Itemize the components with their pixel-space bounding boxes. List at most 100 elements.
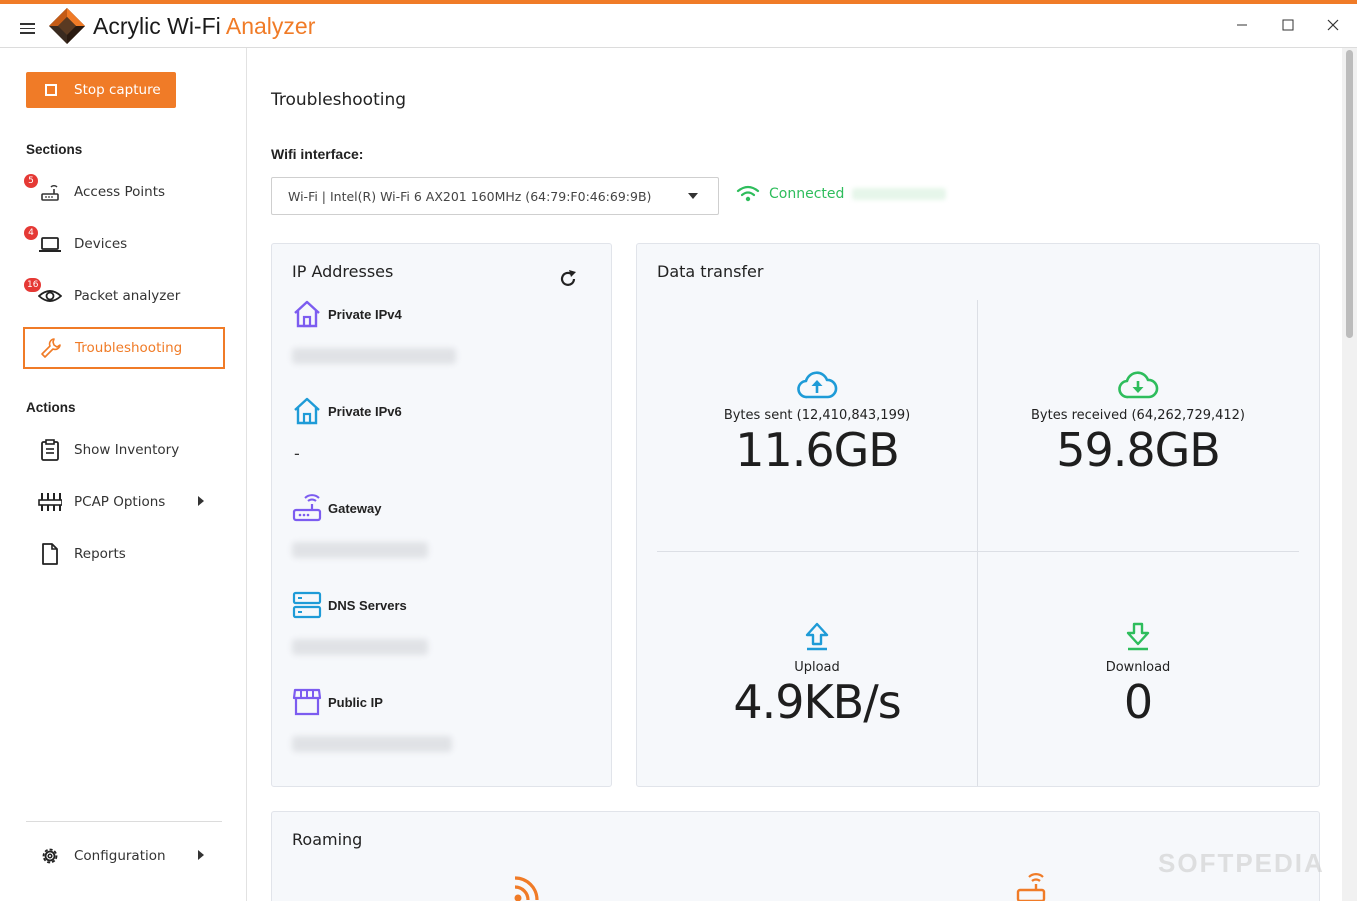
wifi-interface-select[interactable]: Wi-Fi | Intel(R) Wi-Fi 6 AX201 160MHz (6… — [271, 177, 719, 215]
horizontal-divider — [657, 551, 1299, 552]
roaming-title: Roaming — [292, 830, 363, 849]
sliders-icon — [38, 493, 62, 511]
rss-signal-icon — [514, 876, 539, 901]
sidebar-item-label: PCAP Options — [74, 494, 166, 510]
app-logo — [49, 8, 85, 44]
bytes-sent-cell: Bytes sent (12,410,843,199) 11.6GB — [657, 368, 977, 477]
home-icon — [294, 300, 320, 328]
wifi-icon — [736, 185, 760, 202]
access-points-badge: 5 — [24, 174, 38, 188]
refresh-icon[interactable] — [557, 268, 579, 290]
dns-servers-row: DNS Servers — [292, 591, 407, 619]
upload-cell: Upload 4.9KB/s — [657, 620, 977, 729]
close-icon — [1327, 19, 1339, 31]
main-content: Troubleshooting Wifi interface: Wi-Fi | … — [247, 48, 1342, 901]
cloud-download-icon — [1118, 371, 1159, 399]
sections-heading: Sections — [26, 142, 83, 157]
sidebar-item-packet-analyzer[interactable]: 16 Packet analyzer — [24, 276, 224, 316]
download-arrow-icon — [1126, 622, 1150, 651]
bytes-received-cell: Bytes received (64,262,729,412) 59.8GB — [978, 368, 1298, 477]
ip-row-label: Private IPv4 — [328, 306, 402, 322]
app-title-accent: Analyzer — [225, 13, 316, 39]
devices-badge: 4 — [24, 226, 38, 240]
scrollbar-thumb[interactable] — [1346, 50, 1353, 338]
wrench-icon — [41, 338, 61, 358]
chevron-down-icon — [688, 193, 698, 199]
maximize-button[interactable] — [1266, 10, 1310, 40]
app-title-main: Acrylic Wi-Fi — [93, 13, 226, 39]
sidebar-item-pcap-options[interactable]: PCAP Options — [24, 482, 224, 522]
redacted-ipv4-value — [292, 348, 456, 364]
download-cell: Download 0 — [978, 620, 1298, 729]
redacted-ssid — [852, 188, 947, 200]
chevron-right-icon — [198, 850, 204, 860]
maximize-icon — [1282, 19, 1294, 31]
ip-card-title: IP Addresses — [292, 262, 394, 281]
upload-label: Upload — [794, 660, 840, 675]
ip-row-label: DNS Servers — [328, 597, 407, 613]
data-transfer-title: Data transfer — [657, 262, 764, 281]
download-label: Download — [1105, 660, 1171, 675]
laptop-icon — [39, 237, 61, 252]
ipv6-value: - — [294, 444, 300, 463]
public-ip-row: Public IP — [292, 688, 383, 716]
eye-icon — [38, 290, 62, 302]
server-icon — [292, 591, 322, 619]
bytes-received-value: 59.8GB — [1056, 423, 1221, 477]
bytes-sent-value: 11.6GB — [735, 423, 900, 477]
router-icon — [1016, 873, 1046, 901]
upload-arrow-icon — [805, 622, 829, 651]
watermark: SOFTPEDIA — [1158, 848, 1325, 878]
redacted-gateway-value — [292, 542, 428, 558]
sidebar-item-devices[interactable]: 4 Devices — [24, 224, 224, 264]
minimize-button[interactable] — [1220, 10, 1264, 40]
private-ipv6-row: Private IPv6 — [292, 397, 402, 425]
ip-row-label: Private IPv6 — [328, 403, 402, 419]
sidebar-item-show-inventory[interactable]: Show Inventory — [24, 430, 224, 470]
sidebar-item-reports[interactable]: Reports — [24, 534, 224, 574]
stop-icon — [45, 84, 57, 96]
sidebar-item-label: Troubleshooting — [75, 340, 183, 356]
sidebar-item-label: Access Points — [74, 184, 166, 200]
minimize-icon — [1237, 24, 1247, 26]
connection-status: Connected — [736, 185, 947, 203]
data-transfer-card: Data transfer Bytes sent (12,410,843,199… — [636, 243, 1320, 787]
download-value: 0 — [1123, 675, 1153, 729]
gear-icon — [42, 848, 58, 864]
wifi-interface-label: Wifi interface: — [271, 146, 364, 162]
private-ipv4-row: Private IPv4 — [292, 300, 402, 328]
ip-row-label: Public IP — [328, 694, 383, 710]
chevron-right-icon — [198, 496, 204, 506]
sidebar-item-label: Reports — [74, 546, 126, 562]
sidebar-item-troubleshooting[interactable]: Troubleshooting — [23, 327, 225, 369]
sidebar-item-label: Devices — [74, 236, 128, 252]
redacted-public-ip-value — [292, 736, 452, 752]
document-icon — [42, 543, 58, 565]
vertical-scrollbar[interactable] — [1342, 48, 1357, 901]
sidebar: Stop capture Sections 5 Access Points 4 … — [0, 48, 247, 901]
actions-heading: Actions — [26, 400, 76, 415]
clipboard-icon — [41, 439, 59, 461]
store-icon — [292, 688, 322, 716]
page-title: Troubleshooting — [271, 90, 407, 110]
sidebar-item-configuration[interactable]: Configuration — [24, 836, 224, 876]
hamburger-menu-icon[interactable] — [20, 23, 35, 37]
close-button[interactable] — [1311, 10, 1355, 40]
bytes-sent-label: Bytes sent (12,410,843,199) — [723, 408, 911, 423]
packet-analyzer-badge: 16 — [24, 278, 42, 292]
gateway-row: Gateway — [292, 494, 381, 522]
app-title: Acrylic Wi-Fi Analyzer — [93, 13, 315, 40]
home-icon — [294, 397, 320, 425]
wifi-interface-value: Wi-Fi | Intel(R) Wi-Fi 6 AX201 160MHz (6… — [288, 188, 652, 204]
ip-row-label: Gateway — [328, 500, 382, 516]
title-bar: Acrylic Wi-Fi Analyzer — [0, 4, 1357, 48]
stop-capture-label: Stop capture — [74, 82, 161, 98]
redacted-dns-value — [292, 639, 428, 655]
sidebar-item-access-points[interactable]: 5 Access Points — [24, 172, 224, 212]
sidebar-divider — [26, 821, 222, 822]
stop-capture-button[interactable]: Stop capture — [26, 72, 176, 108]
router-icon — [292, 494, 322, 522]
sidebar-item-label: Configuration — [74, 848, 166, 864]
connection-status-text: Connected — [769, 186, 845, 202]
cloud-upload-icon — [797, 371, 838, 399]
